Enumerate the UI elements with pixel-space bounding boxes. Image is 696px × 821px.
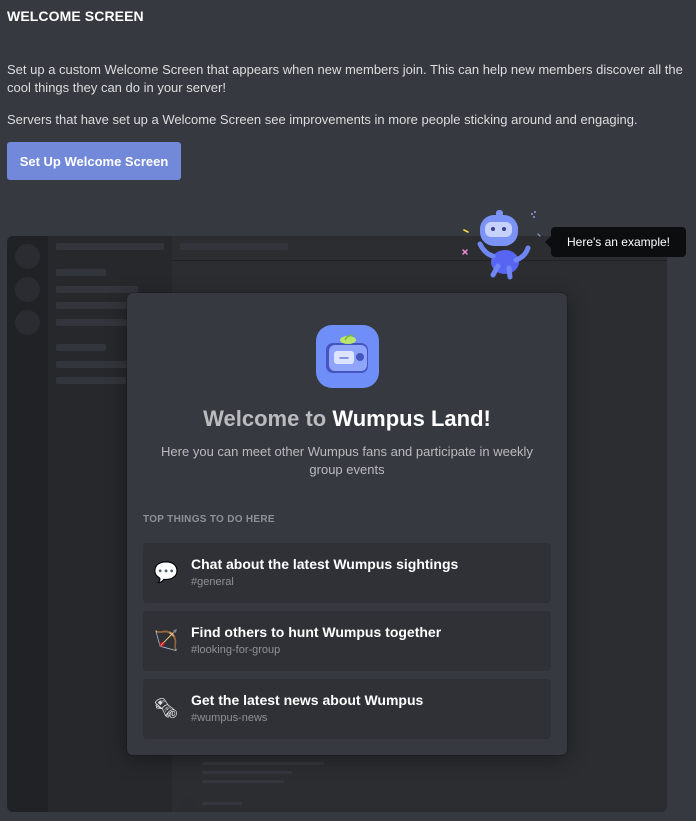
mock-guild-icon <box>15 277 40 302</box>
mock-message-line <box>202 762 324 765</box>
mock-guild-icon <box>15 310 40 335</box>
mock-channel <box>56 377 126 384</box>
welcome-channel-title: Find others to hunt Wumpus together <box>191 624 442 640</box>
mock-guild-icon <box>15 244 40 269</box>
mock-channel <box>56 286 138 293</box>
welcome-channel-name: #wumpus-news <box>191 712 268 724</box>
welcome-channel-name: #general <box>191 576 234 588</box>
mock-message-line <box>202 771 292 774</box>
mock-message-line <box>202 780 284 783</box>
set-up-welcome-screen-button[interactable]: Set Up Welcome Screen <box>7 142 181 180</box>
mock-avatar <box>180 796 196 812</box>
mock-channel <box>56 269 106 276</box>
mock-chat-divider <box>172 260 667 261</box>
welcome-channel-item[interactable]: 💬 Chat about the latest Wumpus sightings… <box>143 543 551 603</box>
mock-server-name <box>56 243 164 250</box>
mock-chat-header <box>180 243 288 250</box>
server-icon <box>316 325 379 388</box>
welcome-channel-title: Chat about the latest Wumpus sightings <box>191 556 459 572</box>
welcome-screen-preview-modal: Welcome to Wumpus Land! Here you can mee… <box>127 293 567 755</box>
mock-channel <box>56 361 138 368</box>
welcome-channel-item[interactable]: 🏹 Find others to hunt Wumpus together #l… <box>143 611 551 671</box>
speech-bubble-icon: 💬 <box>153 562 179 584</box>
welcome-channel-item[interactable]: 🗞 Get the latest news about Wumpus #wump… <box>143 679 551 739</box>
wumpus-mascot-icon <box>462 210 541 280</box>
page-title: WELCOME SCREEN <box>7 8 144 24</box>
welcome-channel-name: #looking-for-group <box>191 644 281 656</box>
welcome-channel-title: Get the latest news about Wumpus <box>191 692 424 708</box>
section-label: TOP THINGS TO DO HERE <box>143 514 275 525</box>
welcome-screen-description: Set up a custom Welcome Screen that appe… <box>7 62 683 95</box>
newspaper-icon: 🗞 <box>153 698 179 720</box>
mock-message-line <box>202 802 242 805</box>
example-tooltip: Here's an example! <box>545 227 686 257</box>
server-description: Here you can meet other Wumpus fans and … <box>161 444 533 477</box>
server-name: Wumpus Land! <box>332 406 491 431</box>
welcome-title-prefix: Welcome to <box>203 406 327 431</box>
welcome-title: Welcome to Wumpus Land! <box>127 405 567 433</box>
mock-channel <box>56 344 106 351</box>
bow-and-arrow-icon: 🏹 <box>153 630 179 652</box>
welcome-screen-benefit-text: Servers that have set up a Welcome Scree… <box>7 112 638 127</box>
mock-guild-rail <box>7 236 48 812</box>
